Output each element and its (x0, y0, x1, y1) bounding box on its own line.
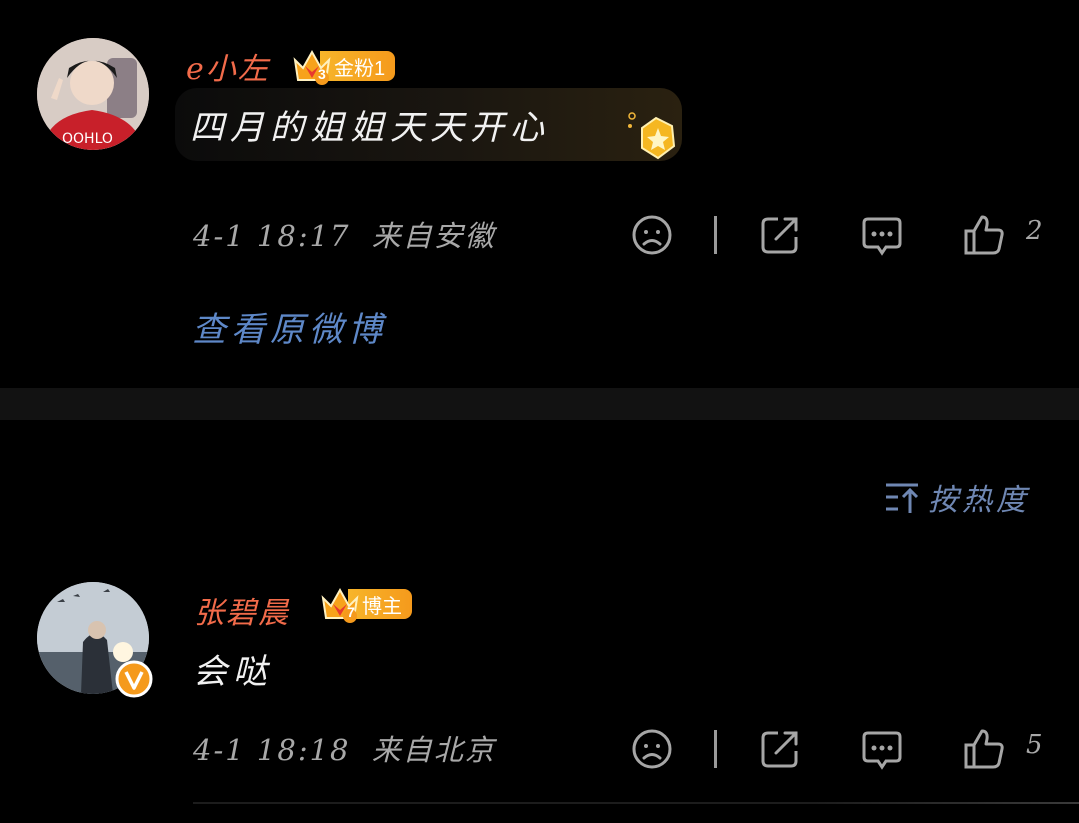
sad-face-icon (632, 215, 672, 255)
timestamp: 4-1 18:18 (193, 733, 351, 767)
share-button[interactable] (758, 727, 802, 771)
share-icon (761, 731, 798, 768)
like-count: 5 (1026, 730, 1043, 760)
location: 来自北京 (371, 733, 496, 767)
comment-icon (862, 731, 902, 770)
comment-text: 四月的姐姐天天开心 (190, 108, 550, 148)
avatar[interactable]: OOHLO (37, 38, 149, 150)
badge-level: 3 (318, 66, 326, 82)
sort-label: 按热度 (928, 483, 1030, 518)
like-button[interactable] (962, 727, 1006, 771)
comment-icon (862, 217, 902, 256)
like-count: 2 (1026, 216, 1043, 246)
comment-timestamp: 4-1 18:18 来自北京 (193, 727, 496, 769)
separator (714, 216, 717, 254)
crown-icon: 3 (292, 48, 331, 85)
comment-timestamp: 4-1 18:17 来自安徽 (193, 213, 496, 255)
comment-username[interactable]: 张碧晨 (194, 588, 290, 632)
crown-icon: 7 (320, 586, 359, 623)
comment-username[interactable]: e小左 (186, 44, 270, 88)
sad-face-icon (632, 729, 672, 769)
dislike-button[interactable] (630, 213, 674, 257)
section-divider (0, 388, 1079, 420)
comment-text: 会哒 (193, 652, 273, 692)
separator (714, 730, 717, 768)
author-badge[interactable]: 7 博主 (320, 586, 412, 623)
sparkle-decoration (574, 112, 684, 168)
badge-level: 7 (347, 604, 355, 620)
sort-button[interactable]: 按热度 (884, 475, 1030, 519)
verified-icon (115, 660, 153, 702)
dislike-button[interactable] (630, 727, 674, 771)
like-button[interactable] (962, 213, 1006, 257)
share-icon (761, 217, 798, 254)
thumbs-up-icon (964, 729, 1004, 769)
comment-button[interactable] (860, 213, 904, 257)
svg-text:OOHLO: OOHLO (62, 131, 113, 147)
timestamp: 4-1 18:17 (193, 219, 351, 253)
location: 来自安徽 (371, 219, 496, 253)
fan-badge[interactable]: 3 金粉1 (292, 48, 396, 85)
comment-button[interactable] (860, 727, 904, 771)
view-original-link[interactable]: 查看原微博 (192, 302, 387, 351)
bottom-divider (193, 802, 1079, 804)
thumbs-up-icon (964, 215, 1004, 255)
sort-icon (886, 483, 919, 513)
share-button[interactable] (758, 213, 802, 257)
avatar-photo: OOHLO (37, 38, 149, 150)
